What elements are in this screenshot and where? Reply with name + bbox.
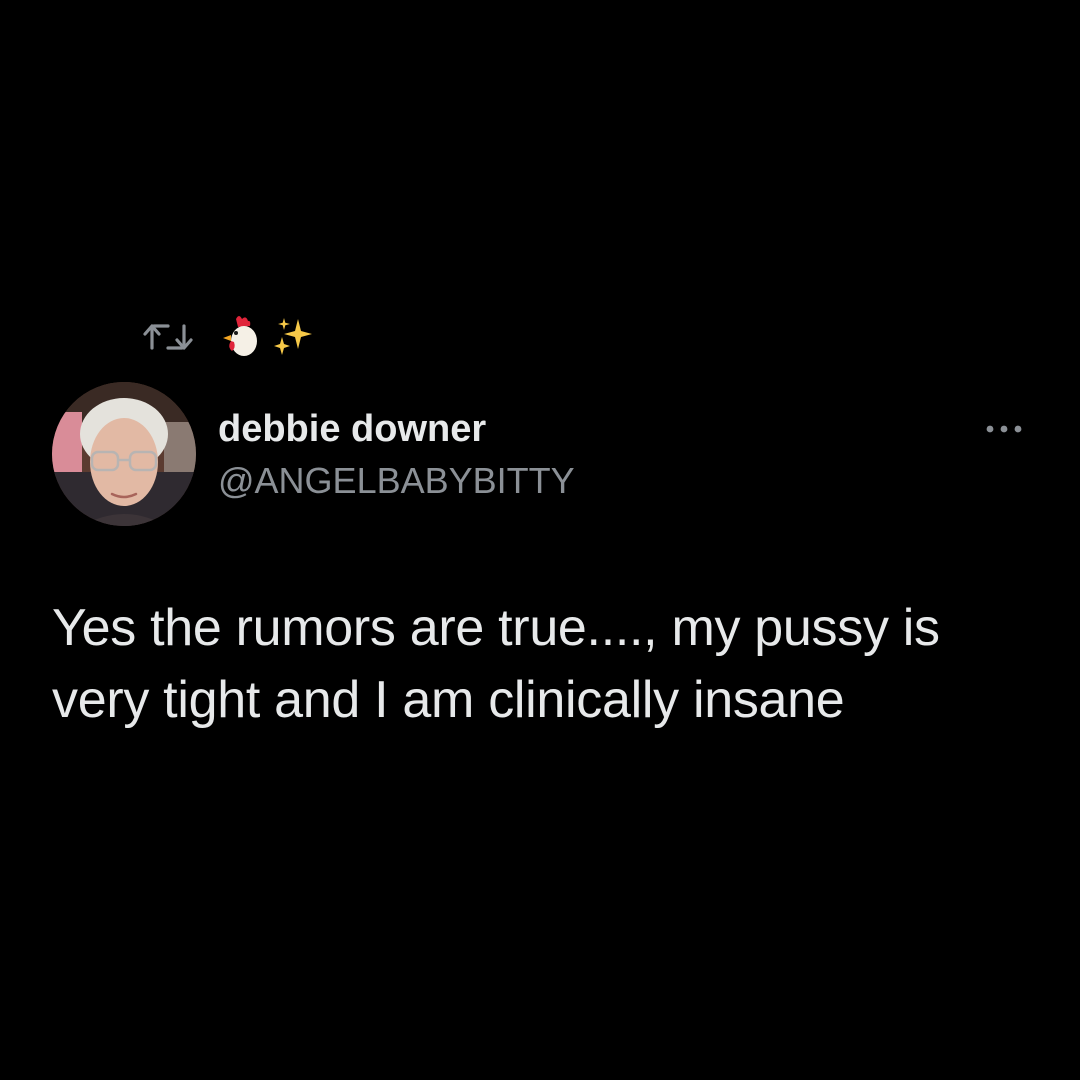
- tweet-text: Yes the rumors are true...., my pussy is…: [52, 599, 940, 729]
- sparkles-emoji-icon: [272, 315, 314, 359]
- rooster-emoji-icon: [214, 313, 262, 361]
- retweet-icon: [142, 320, 194, 354]
- author-display-name[interactable]: debbie downer: [218, 408, 486, 451]
- author-handle[interactable]: @ANGELBABYBITTY: [218, 460, 575, 502]
- more-horizontal-icon: [984, 421, 1024, 439]
- avatar[interactable]: [52, 382, 196, 526]
- social-context-row: [142, 312, 314, 362]
- more-options-button[interactable]: [980, 416, 1028, 444]
